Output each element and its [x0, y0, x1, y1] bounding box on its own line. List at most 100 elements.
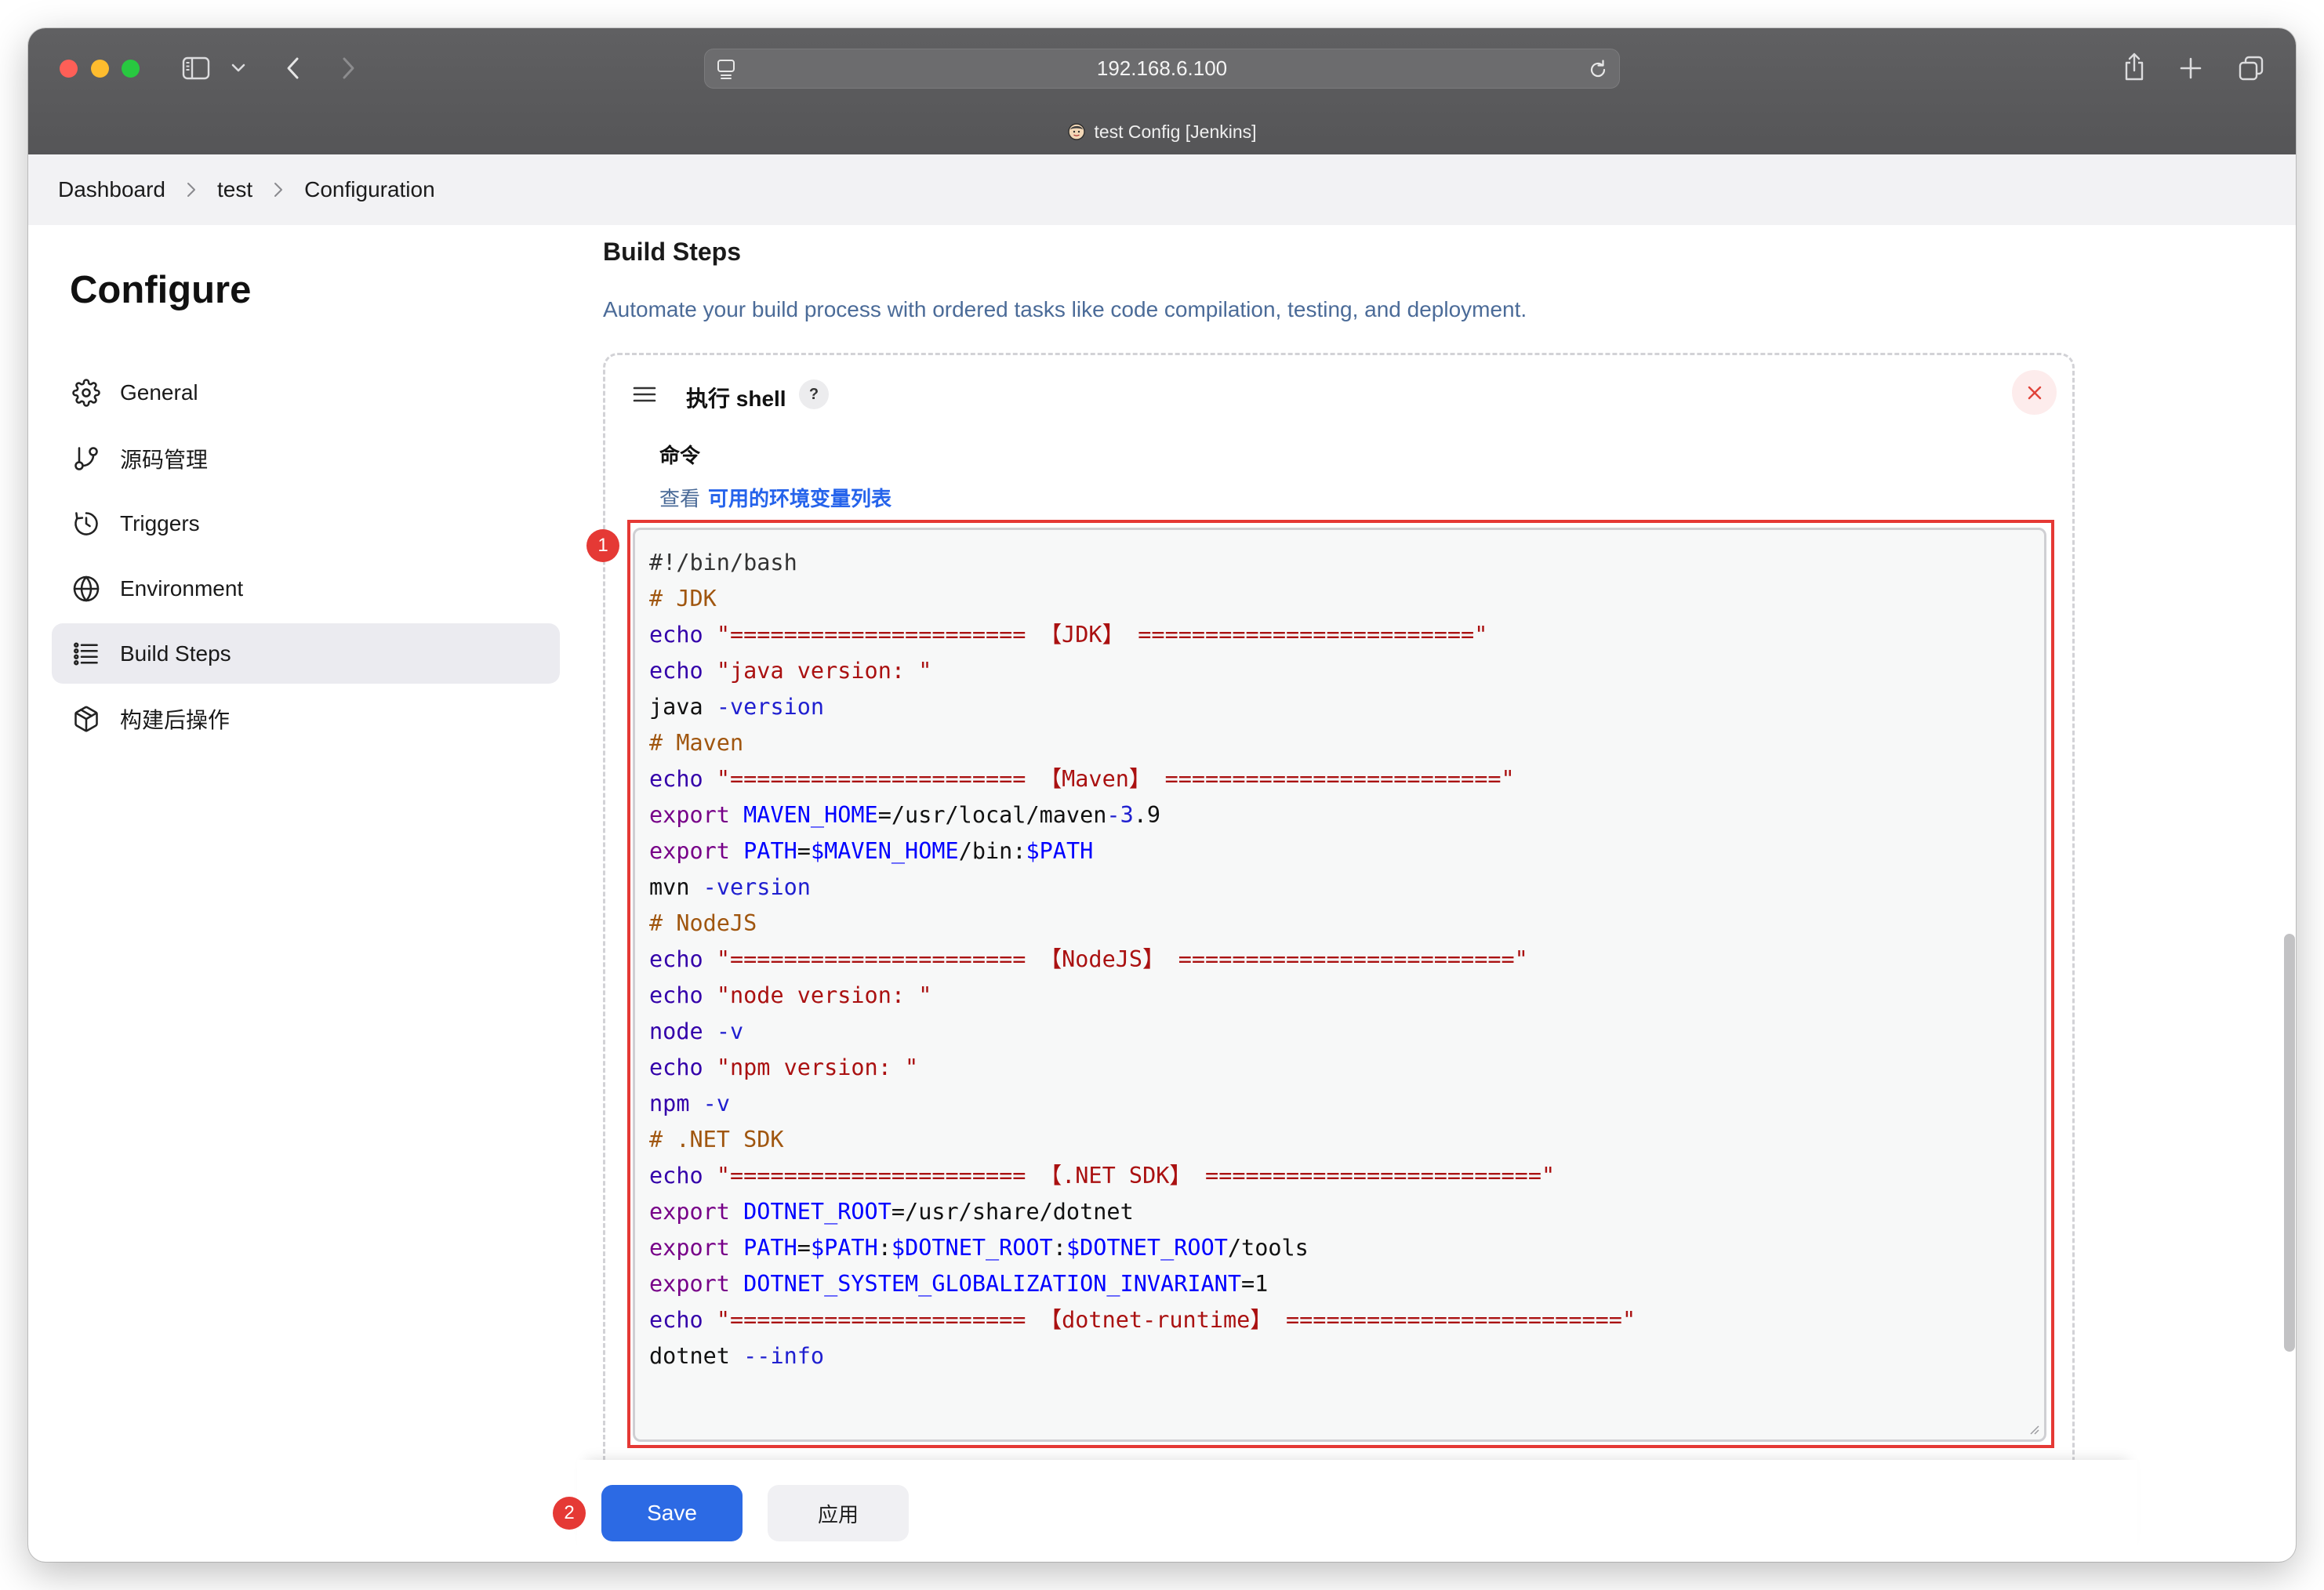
- zoom-window-button[interactable]: [122, 60, 140, 78]
- code-line: export PATH=$PATH:$DOTNET_ROOT:$DOTNET_R…: [649, 1230, 2044, 1266]
- code-token: echo: [649, 946, 703, 972]
- env-vars-hint: 查看 可用的环境变量列表: [659, 483, 891, 512]
- close-window-button[interactable]: [60, 60, 78, 78]
- globe-icon: [73, 575, 100, 601]
- address-bar[interactable]: 192.168.6.100: [704, 49, 1620, 89]
- code-line: echo "node version: ": [649, 978, 2044, 1014]
- sidebar-item-post-build[interactable]: 构建后操作: [52, 688, 560, 749]
- forward-icon[interactable]: [340, 56, 356, 80]
- share-icon[interactable]: [2123, 52, 2145, 82]
- code-token: "java version: ": [716, 658, 932, 684]
- code-token: "npm version: ": [716, 1055, 919, 1080]
- breadcrumb-test[interactable]: test: [217, 177, 252, 202]
- shell-command-editor[interactable]: #!/bin/bash # JDK echo "==================…: [633, 528, 2046, 1442]
- git-branch-icon: [74, 446, 98, 470]
- jenkins-logo-icon: [1068, 123, 1086, 140]
- resize-handle-icon[interactable]: [2027, 1422, 2039, 1435]
- breadcrumb-configuration[interactable]: Configuration: [304, 177, 435, 202]
- build-step-card: 执行 shell ? 命令 查看 可用的环境变量列表 #!/bin/bash # J…: [603, 353, 2075, 1482]
- package-icon: [74, 706, 98, 731]
- code-line: echo "====================== 【.NET SDK】 …: [649, 1158, 2044, 1194]
- code-token: -v: [716, 1018, 744, 1044]
- code-token: "====================== 【JDK】 ==========…: [716, 622, 1488, 648]
- code-line: export PATH=$MAVEN_HOME/bin:$PATH: [649, 833, 2044, 869]
- code-line: #!/bin/bash: [649, 545, 2044, 581]
- sidebar-item-label: 源码管理: [120, 447, 209, 472]
- back-icon[interactable]: [285, 56, 301, 80]
- sidebar-item-label: Triggers: [120, 510, 200, 535]
- annotation-marker-1: 1: [586, 529, 619, 562]
- code-line: echo "java version: ": [649, 653, 2044, 689]
- code-token: /bin:: [958, 838, 1026, 864]
- code-token: =/usr/share/dotnet: [891, 1199, 1134, 1225]
- sidebar-item-label: General: [120, 379, 198, 405]
- code-token: echo: [649, 622, 703, 648]
- code-line: # .NET SDK: [649, 1122, 2044, 1158]
- code-token: echo: [649, 766, 703, 792]
- browser-window: 192.168.6.100 test Config [Jenkins] Dash…: [28, 28, 2296, 1562]
- code-line: # JDK: [649, 581, 2044, 617]
- sidebar-toggle-icon[interactable]: [182, 56, 210, 80]
- code-token: export: [649, 1271, 730, 1297]
- env-vars-prefix: 查看: [659, 487, 701, 510]
- code-token: mvn: [649, 874, 690, 900]
- delete-step-button[interactable]: [2012, 370, 2057, 415]
- code-token: .9: [1133, 802, 1161, 828]
- code-line: node -v: [649, 1014, 2044, 1050]
- apply-button[interactable]: 应用: [768, 1485, 909, 1541]
- code-line: echo "====================== 【JDK】 =====…: [649, 617, 2044, 653]
- chevron-right-icon: [187, 183, 195, 197]
- code-token: "====================== 【dotnet-runtime】…: [716, 1307, 1636, 1333]
- code-token: "====================== 【.NET SDK】 =====…: [716, 1163, 1556, 1189]
- code-token: export: [649, 1199, 730, 1225]
- sidebar-item-build-steps[interactable]: Build Steps: [52, 623, 560, 684]
- code-token: :: [1052, 1235, 1066, 1261]
- code-token: export: [649, 838, 730, 864]
- gear-icon: [72, 378, 100, 407]
- code-token: DOTNET_SYSTEM_GLOBALIZATION_INVARIANT: [743, 1271, 1241, 1297]
- code-token: "====================== 【Maven】 ========…: [716, 766, 1515, 792]
- code-token: -version: [716, 694, 825, 720]
- minimize-window-button[interactable]: [91, 60, 109, 78]
- code-line: dotnet --info: [649, 1338, 2044, 1374]
- code-line: export DOTNET_ROOT=/usr/share/dotnet: [649, 1194, 2044, 1230]
- sidebar-item-general[interactable]: General: [52, 362, 560, 423]
- breadcrumb: Dashboard test Configuration: [28, 154, 2296, 225]
- page-scrollbar[interactable]: [2284, 934, 2295, 1352]
- active-tab[interactable]: test Config [Jenkins]: [28, 118, 2296, 145]
- code-token: dotnet: [649, 1343, 730, 1369]
- env-vars-link[interactable]: 可用的环境变量列表: [708, 487, 891, 510]
- breadcrumb-dashboard[interactable]: Dashboard: [58, 177, 165, 202]
- sidebar-item-triggers[interactable]: Triggers: [52, 493, 560, 554]
- code-token: PATH: [743, 838, 797, 864]
- code-line: npm -v: [649, 1086, 2044, 1122]
- close-icon: [2028, 386, 2041, 399]
- code-token: echo: [649, 1307, 703, 1333]
- sidebar-item-environment[interactable]: Environment: [52, 558, 560, 619]
- tab-overview-icon[interactable]: [2238, 55, 2264, 82]
- code-token: $MAVEN_HOME: [810, 838, 959, 864]
- url-text[interactable]: 192.168.6.100: [705, 49, 1619, 88]
- code-token: export: [649, 802, 730, 828]
- section-title: Build Steps: [603, 238, 742, 266]
- step-title: 执行 shell: [686, 387, 786, 411]
- code-token: # .NET SDK: [649, 1127, 784, 1153]
- sidebar-item-source-control[interactable]: 源码管理: [52, 428, 560, 488]
- save-button[interactable]: Save: [601, 1485, 743, 1541]
- code-token: echo: [649, 1055, 703, 1080]
- drag-handle-icon[interactable]: [633, 386, 656, 403]
- chevron-down-icon[interactable]: [231, 64, 245, 73]
- reload-icon[interactable]: [1588, 58, 1608, 80]
- new-tab-icon[interactable]: [2179, 56, 2202, 80]
- tab-title: test Config [Jenkins]: [1094, 121, 1257, 142]
- help-button[interactable]: ?: [799, 379, 829, 409]
